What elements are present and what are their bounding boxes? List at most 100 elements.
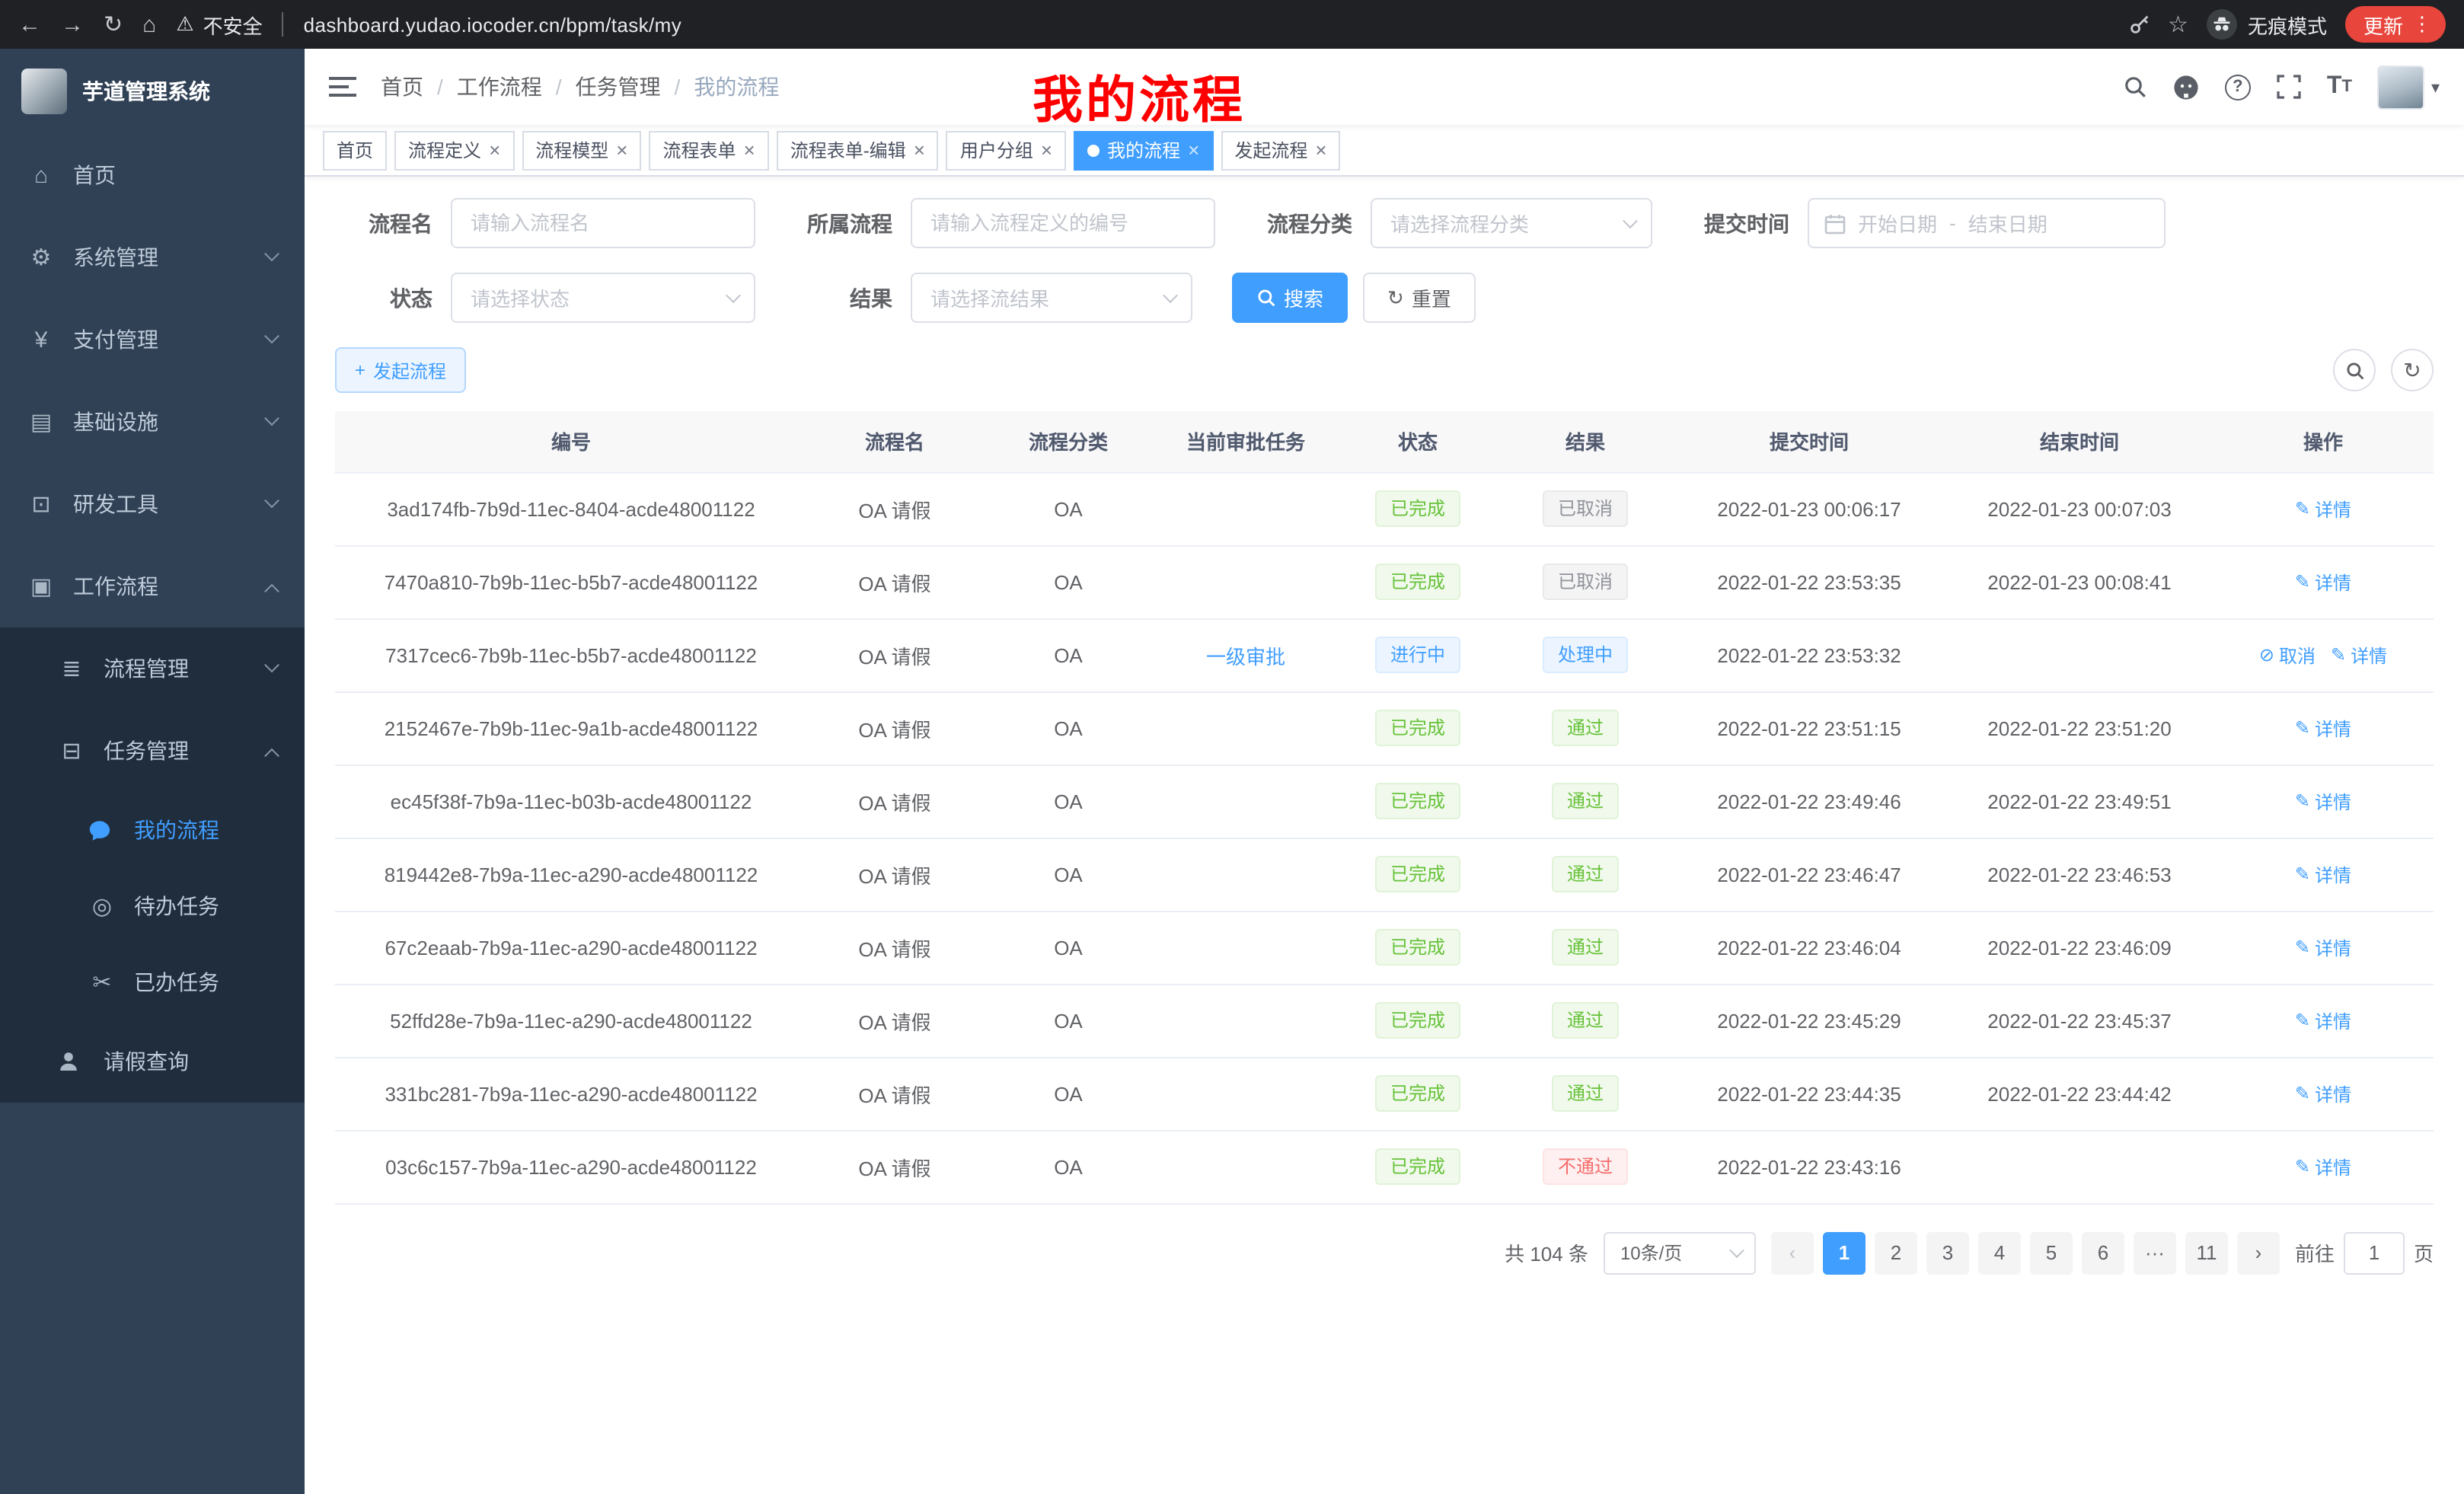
page-button-3[interactable]: 3 xyxy=(1926,1231,1969,1274)
breadcrumb-item[interactable]: 首页 xyxy=(381,72,423,102)
refresh-table-button[interactable]: ↻ xyxy=(2391,349,2434,391)
bookmark-star-icon[interactable]: ☆ xyxy=(2168,11,2188,38)
reset-button[interactable]: ↻ 重置 xyxy=(1363,273,1476,323)
tab-user-group[interactable]: 用户分组 × xyxy=(946,130,1066,170)
toggle-search-button[interactable] xyxy=(2333,349,2376,391)
end-date-placeholder[interactable]: 结束日期 xyxy=(1968,209,2047,238)
sidebar-item-workflow[interactable]: ▣ 工作流程 xyxy=(0,545,305,627)
prev-page-button[interactable]: ‹ xyxy=(1771,1231,1814,1274)
breadcrumb-item[interactable]: 任务管理 xyxy=(576,72,661,102)
close-icon[interactable]: × xyxy=(489,140,500,160)
tab-start-process[interactable]: 发起流程 × xyxy=(1221,130,1340,170)
edit-icon: ✎ xyxy=(2295,717,2310,739)
detail-link[interactable]: ✎详情 xyxy=(2295,788,2351,814)
page-button-6[interactable]: 6 xyxy=(2082,1231,2124,1274)
sidebar-item-infrastructure[interactable]: ▤ 基础设施 xyxy=(0,381,305,463)
back-icon[interactable]: ← xyxy=(18,13,41,36)
app-logo[interactable]: 芋道管理系统 xyxy=(0,49,305,134)
result-select[interactable]: 请选择流结果 xyxy=(911,273,1192,323)
detail-link[interactable]: ✎详情 xyxy=(2295,1154,2351,1180)
cell-submit-time: 2022-01-22 23:45:29 xyxy=(1672,984,1946,1057)
password-key-icon[interactable] xyxy=(2128,14,2150,35)
sidebar-item-home[interactable]: ⌂ 首页 xyxy=(0,134,305,216)
page-button-2[interactable]: 2 xyxy=(1875,1231,1917,1274)
tab-process-model[interactable]: 流程模型 × xyxy=(522,130,641,170)
edit-icon: ✎ xyxy=(2295,571,2310,592)
result-badge: 处理中 xyxy=(1543,637,1628,673)
sidebar: 芋道管理系统 ⌂ 首页 ⚙ 系统管理 ¥ 支付管理 ▤ xyxy=(0,49,305,1494)
fullscreen-icon[interactable] xyxy=(2277,75,2301,99)
security-indicator[interactable]: ⚠ 不安全 xyxy=(176,10,262,39)
breadcrumb-item[interactable]: 工作流程 xyxy=(457,72,542,102)
page-button-4[interactable]: 4 xyxy=(1978,1231,2021,1274)
edit-icon: ✎ xyxy=(2295,498,2310,519)
close-icon[interactable]: × xyxy=(1315,140,1326,160)
pager-ellipsis-button[interactable]: ··· xyxy=(2134,1231,2176,1274)
task-link[interactable]: 一级审批 xyxy=(1206,645,1285,668)
detail-link[interactable]: ✎详情 xyxy=(2331,642,2387,668)
start-process-button[interactable]: + 发起流程 xyxy=(335,347,466,393)
goto-input[interactable] xyxy=(2344,1231,2405,1274)
detail-link[interactable]: ✎详情 xyxy=(2295,1081,2351,1106)
close-icon[interactable]: × xyxy=(1188,140,1199,160)
sidebar-item-todo-tasks[interactable]: ◎ 待办任务 xyxy=(0,868,305,944)
detail-link[interactable]: ✎详情 xyxy=(2295,715,2351,741)
status-select[interactable]: 请选择状态 xyxy=(451,273,755,323)
page-button-11[interactable]: 11 xyxy=(2185,1231,2228,1274)
close-icon[interactable]: × xyxy=(1041,140,1052,160)
close-icon[interactable]: × xyxy=(914,140,925,160)
cell-category: OA xyxy=(982,984,1154,1057)
col-id: 编号 xyxy=(335,411,807,472)
sidebar-item-done-tasks[interactable]: ✂ 已办任务 xyxy=(0,944,305,1020)
hamburger-icon[interactable] xyxy=(329,75,356,99)
close-icon[interactable]: × xyxy=(744,140,755,160)
url-bar[interactable]: dashboard.yudao.iocoder.cn/bpm/task/my xyxy=(304,13,682,36)
process-definition-input[interactable] xyxy=(911,198,1215,248)
avatar[interactable] xyxy=(2378,65,2425,109)
page-size-select[interactable]: 10条/页 xyxy=(1604,1231,1756,1274)
breadcrumb-current: 我的流程 xyxy=(694,72,779,102)
page-button-5[interactable]: 5 xyxy=(2030,1231,2073,1274)
tab-process-form-edit[interactable]: 流程表单-编辑 × xyxy=(777,130,939,170)
category-select[interactable]: 请选择流程分类 xyxy=(1371,198,1652,248)
page-button-1[interactable]: 1 xyxy=(1823,1231,1866,1274)
update-button[interactable]: 更新 ⋮ xyxy=(2345,6,2446,43)
select-placeholder: 请选择状态 xyxy=(471,283,570,312)
tab-home[interactable]: 首页 xyxy=(323,130,387,170)
browser-menu-icon[interactable]: ⋮ xyxy=(2412,12,2432,37)
date-range-picker[interactable]: 开始日期 - 结束日期 xyxy=(1808,198,2166,248)
detail-link[interactable]: ✎详情 xyxy=(2295,569,2351,595)
tab-process-form[interactable]: 流程表单 × xyxy=(649,130,768,170)
process-name-input[interactable] xyxy=(451,198,755,248)
reload-icon[interactable]: ↻ xyxy=(104,13,123,36)
search-icon[interactable] xyxy=(2123,75,2147,99)
tab-process-definition[interactable]: 流程定义 × xyxy=(394,130,514,170)
sidebar-item-task-mgmt[interactable]: ⊟ 任务管理 xyxy=(0,710,305,792)
font-size-icon[interactable]: TT xyxy=(2327,75,2352,99)
close-icon[interactable]: × xyxy=(616,140,627,160)
tab-my-process[interactable]: 我的流程 × xyxy=(1074,130,1213,170)
sidebar-item-devtools[interactable]: ⊡ 研发工具 xyxy=(0,463,305,545)
browser-home-icon[interactable]: ⌂ xyxy=(142,13,156,36)
cancel-link[interactable]: ⊘取消 xyxy=(2259,642,2316,668)
sidebar-item-payment[interactable]: ¥ 支付管理 xyxy=(0,298,305,381)
cell-status: 已完成 xyxy=(1337,765,1499,838)
start-date-placeholder[interactable]: 开始日期 xyxy=(1858,209,1937,238)
detail-label: 详情 xyxy=(2315,1154,2351,1180)
search-button[interactable]: 搜索 xyxy=(1232,273,1348,323)
sidebar-item-leave-query[interactable]: 请假查询 xyxy=(0,1020,305,1103)
tab-label: 流程表单 xyxy=(662,137,736,163)
detail-link[interactable]: ✎详情 xyxy=(2295,1007,2351,1033)
sidebar-item-my-process[interactable]: 我的流程 xyxy=(0,792,305,868)
detail-link[interactable]: ✎详情 xyxy=(2295,496,2351,522)
user-menu[interactable]: ▾ xyxy=(2378,65,2440,109)
detail-link[interactable]: ✎详情 xyxy=(2295,861,2351,887)
breadcrumb: 首页 / 工作流程 / 任务管理 / 我的流程 xyxy=(381,72,779,102)
sidebar-item-process-mgmt[interactable]: ≣ 流程管理 xyxy=(0,627,305,710)
sidebar-item-system[interactable]: ⚙ 系统管理 xyxy=(0,216,305,298)
help-icon[interactable]: ? xyxy=(2225,74,2251,100)
forward-icon[interactable]: → xyxy=(61,13,84,36)
detail-link[interactable]: ✎详情 xyxy=(2295,934,2351,960)
next-page-button[interactable]: › xyxy=(2237,1231,2280,1274)
github-icon[interactable] xyxy=(2173,74,2199,100)
